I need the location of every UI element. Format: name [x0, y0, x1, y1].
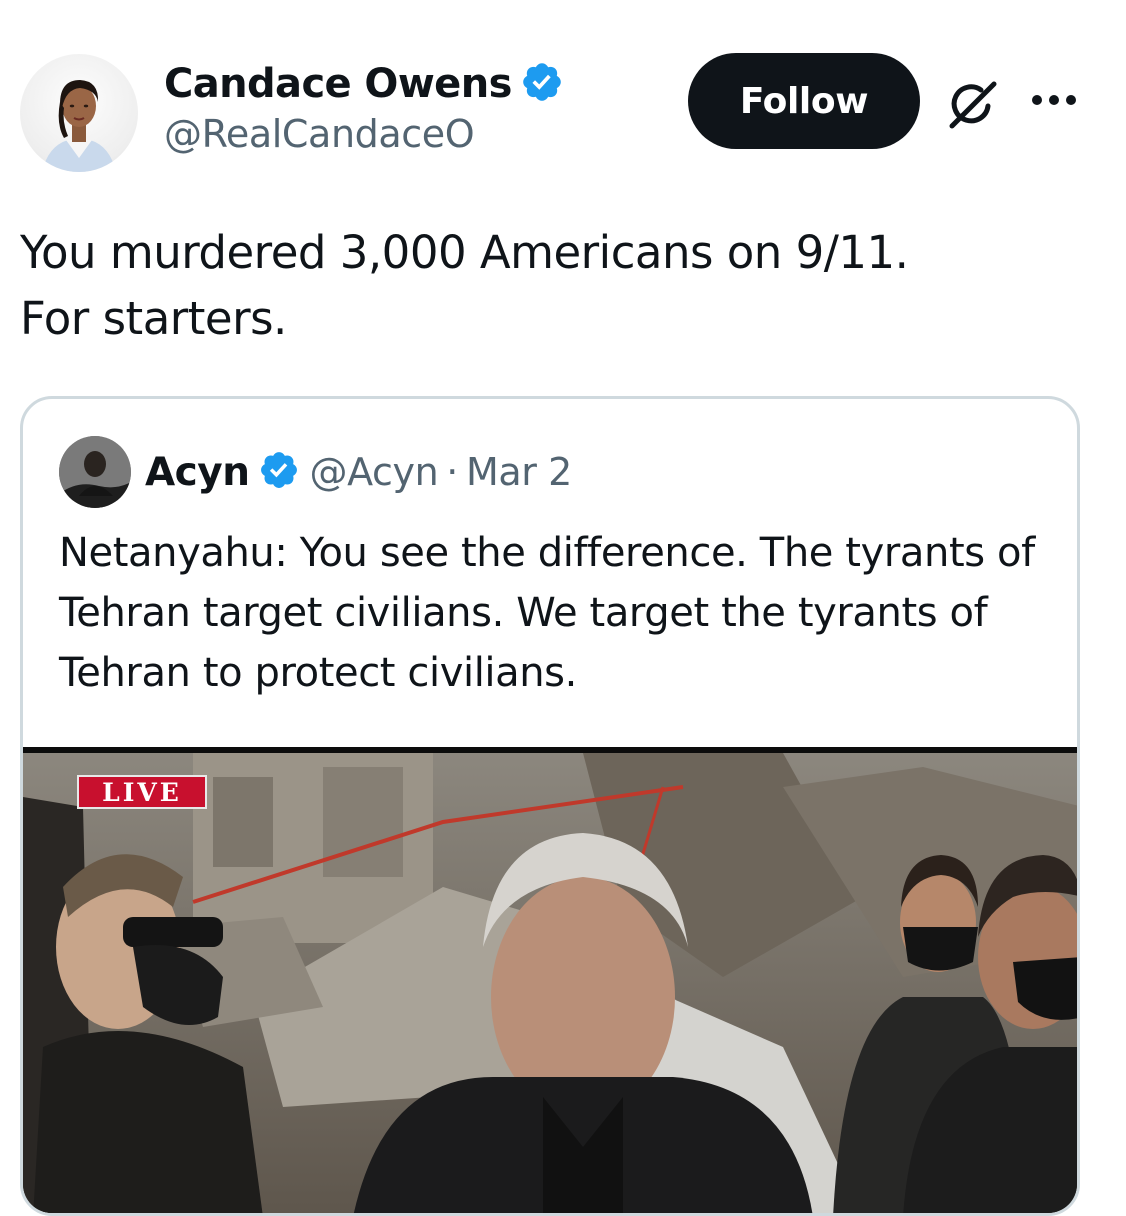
quoted-author-avatar-image — [59, 436, 131, 508]
quoted-tweet-card[interactable]: Acyn @Acyn · Mar 2 Netanyahu: You see th… — [20, 396, 1080, 1216]
author-avatar-image — [42, 80, 116, 172]
quoted-tweet-media[interactable]: LIVE — [23, 747, 1077, 1213]
quoted-author-name[interactable]: Acyn — [145, 450, 250, 495]
live-badge: LIVE — [77, 775, 207, 809]
quoted-author-handle[interactable]: @Acyn — [310, 450, 439, 494]
quoted-tweet-date[interactable]: Mar 2 — [466, 450, 572, 494]
quoted-author-avatar[interactable] — [59, 436, 131, 508]
news-footage-image — [23, 747, 1077, 1213]
grok-icon[interactable] — [942, 76, 1000, 134]
tweet-text: You murdered 3,000 Americans on 9/11. Fo… — [20, 226, 909, 345]
author-handle[interactable]: @RealCandaceO — [164, 112, 564, 156]
author-avatar[interactable] — [20, 54, 138, 172]
quoted-verified-badge-icon[interactable] — [258, 449, 300, 495]
author-name[interactable]: Candace Owens — [164, 58, 512, 110]
quoted-tweet-header: Acyn @Acyn · Mar 2 — [59, 435, 572, 509]
meta-separator: · — [446, 450, 458, 494]
more-options-icon[interactable] — [1030, 92, 1078, 106]
author-info: Candace Owens @RealCandaceO — [164, 58, 564, 156]
author-name-row: Candace Owens — [164, 58, 564, 110]
follow-button[interactable]: Follow — [688, 53, 920, 149]
verified-badge-icon[interactable] — [520, 60, 564, 108]
quoted-tweet-text: Netanyahu: You see the difference. The t… — [59, 530, 1035, 696]
